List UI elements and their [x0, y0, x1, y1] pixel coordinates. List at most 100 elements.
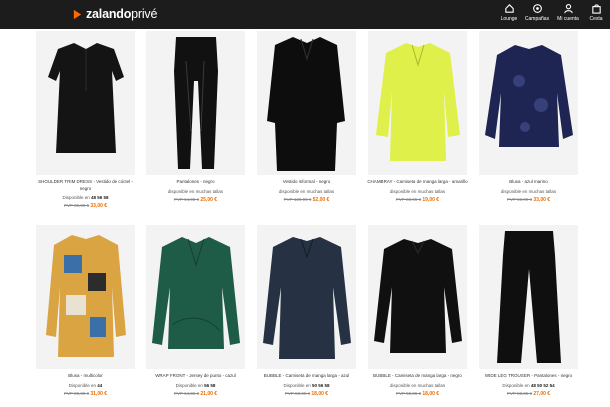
- sizes-list: 48 50 52 54: [530, 383, 555, 388]
- blouse-illustration: [485, 45, 573, 147]
- product-image[interactable]: [146, 31, 245, 175]
- product-image[interactable]: [368, 225, 467, 369]
- sale-price: 33,00 €: [533, 197, 551, 203]
- product-name[interactable]: BUBBLE - Camiseta de manga larga - azul: [255, 372, 358, 379]
- shirt-illustration: [376, 43, 460, 161]
- sizes-prefix: Disponible en: [68, 383, 96, 388]
- product-sizes: Disponible en 48 50 52 54: [477, 383, 580, 388]
- product-sizes: Disponible en 48 56 58: [34, 195, 137, 200]
- sale-price: 19,00 €: [422, 197, 440, 203]
- dress-illustration: [48, 43, 124, 153]
- product-image[interactable]: [257, 225, 356, 369]
- home-icon: [504, 4, 514, 13]
- product-name[interactable]: Blusa - azul marino: [477, 178, 580, 185]
- product-name[interactable]: Vestido informal - negro: [255, 178, 358, 185]
- sizes-prefix: disponible en muchas tallas: [389, 189, 446, 194]
- product-price: PVP 64,95 € 25,00 €: [144, 197, 247, 203]
- nav-campaigns-label: Campañas: [524, 16, 550, 22]
- sale-price: 27,00 €: [533, 391, 551, 397]
- old-price: PVP 64,95 €: [173, 197, 200, 202]
- product-sizes: disponible en muchas tallas: [255, 189, 358, 194]
- product-image[interactable]: [257, 31, 356, 175]
- product-card[interactable]: WIDE LEG TROUSER - Pantalones - negro Di…: [479, 225, 578, 400]
- nav-lounge-label: Lounge: [500, 16, 518, 22]
- product-sizes: Disponible en 56 58: [144, 383, 247, 388]
- old-price: PVP 59,95 €: [506, 391, 533, 396]
- sizes-list: 50 56 58: [312, 383, 330, 388]
- product-sizes: Disponible en 44: [34, 383, 137, 388]
- bag-icon: [591, 4, 601, 14]
- product-price: PVP 59,95 € 18,00 €: [255, 391, 358, 397]
- brand-logo[interactable]: zalando privé: [72, 7, 157, 21]
- sizes-prefix: Disponible en: [502, 383, 530, 388]
- trousers-illustration: [497, 231, 561, 363]
- product-card[interactable]: BUBBLE - Camiseta de manga larga - azul …: [257, 225, 356, 400]
- product-name[interactable]: BUBBLE - Camiseta de manga larga - negro: [366, 372, 469, 379]
- product-image[interactable]: [479, 31, 578, 175]
- sizes-prefix: disponible en muchas tallas: [278, 189, 335, 194]
- product-image[interactable]: [479, 225, 578, 369]
- old-price: PVP 89,99 €: [63, 391, 90, 396]
- product-sizes: disponible en muchas tallas: [144, 189, 247, 194]
- top-bar: zalando privé Lounge Campañas Mi cuenta C…: [0, 0, 610, 29]
- product-card[interactable]: Blusa - multicolor Disponible en 44 PVP …: [36, 225, 135, 400]
- product-card[interactable]: CHAMBRAY - Camiseta de manga larga - ama…: [366, 31, 469, 206]
- trousers-illustration: [174, 37, 218, 169]
- nav-campaigns[interactable]: Campañas: [522, 3, 552, 22]
- product-image[interactable]: [36, 31, 135, 175]
- sizes-prefix: Disponible en: [175, 383, 203, 388]
- old-price: PVP 59,95 €: [284, 391, 311, 396]
- old-price: PVP 59,99 €: [506, 197, 533, 202]
- brand-suffix: privé: [131, 7, 158, 21]
- brand-name: zalando: [86, 7, 132, 21]
- product-card[interactable]: Pantalones - negro disponible en muchas …: [146, 31, 245, 206]
- nav-cart-label: Cesta: [589, 16, 603, 22]
- sizes-prefix: disponible en muchas tallas: [500, 189, 557, 194]
- product-card[interactable]: Blusa - azul marino disponible en muchas…: [479, 31, 578, 206]
- product-card[interactable]: BUBBLE - Camiseta de manga larga - negro…: [368, 225, 467, 400]
- product-name[interactable]: Pantalones - negro: [144, 178, 247, 185]
- product-card[interactable]: SHOULDER TRIM DRESS - Vestido de cóctel …: [34, 31, 137, 209]
- campaigns-icon: [532, 4, 542, 13]
- product-price: PVP 59,95 € 18,00 €: [366, 391, 469, 397]
- product-price: PVP 59,95 € 27,00 €: [477, 391, 580, 397]
- sale-price: 31,00 €: [90, 391, 108, 397]
- shirt-illustration: [263, 237, 351, 359]
- sizes-prefix: disponible en muchas tallas: [389, 383, 446, 388]
- product-price: PVP 59,95 € 19,00 €: [366, 197, 469, 203]
- product-price: PVP 59,99 € 33,00 €: [477, 197, 580, 203]
- nav-lounge[interactable]: Lounge: [497, 3, 521, 22]
- sizes-prefix: Disponible en: [283, 383, 311, 388]
- product-sizes: disponible en muchas tallas: [366, 383, 469, 388]
- product-price: PVP 89,99 € 31,00 €: [34, 391, 137, 397]
- product-image[interactable]: [36, 225, 135, 369]
- product-name[interactable]: CHAMBRAY - Camiseta de manga larga - ama…: [366, 178, 469, 185]
- sizes-prefix: Disponible en: [62, 195, 90, 200]
- product-name[interactable]: WIDE LEG TROUSER - Pantalones - negro: [477, 372, 580, 379]
- product-card[interactable]: Vestido informal - negro disponible en m…: [257, 31, 356, 206]
- product-name[interactable]: SHOULDER TRIM DRESS - Vestido de cóctel …: [34, 178, 137, 192]
- old-price: PVP 64,95 €: [173, 391, 200, 396]
- blouse-illustration: [46, 235, 126, 357]
- sizes-list: 44: [97, 383, 103, 388]
- product-name[interactable]: Blusa - multicolor: [34, 372, 137, 379]
- sale-price: 52,00 €: [312, 197, 330, 203]
- sale-price: 18,00 €: [311, 391, 329, 397]
- product-price: PVP 89,99 € 33,00 €: [34, 203, 137, 209]
- product-name[interactable]: WRAP FRONT - Jersey de punto - cazul: [144, 372, 247, 379]
- old-price: PVP 89,99 €: [63, 203, 90, 208]
- product-card[interactable]: WRAP FRONT - Jersey de punto - cazul Dis…: [146, 225, 245, 400]
- product-image[interactable]: [146, 225, 245, 369]
- product-price: PVP 64,95 € 21,00 €: [144, 391, 247, 397]
- product-price: PVP 129,99 € 52,00 €: [255, 197, 358, 203]
- sale-price: 21,00 €: [200, 391, 218, 397]
- nav-cart[interactable]: Cesta: [584, 3, 608, 22]
- sizes-list: 48 56 58: [91, 195, 109, 200]
- nav-account[interactable]: Mi cuenta: [553, 3, 583, 22]
- sizes-prefix: disponible en muchas tallas: [167, 189, 224, 194]
- dress-illustration: [267, 37, 345, 171]
- old-price: PVP 59,95 €: [395, 391, 422, 396]
- product-image[interactable]: [368, 31, 467, 175]
- old-price: PVP 59,95 €: [395, 197, 422, 202]
- product-sizes: Disponible en 50 56 58: [255, 383, 358, 388]
